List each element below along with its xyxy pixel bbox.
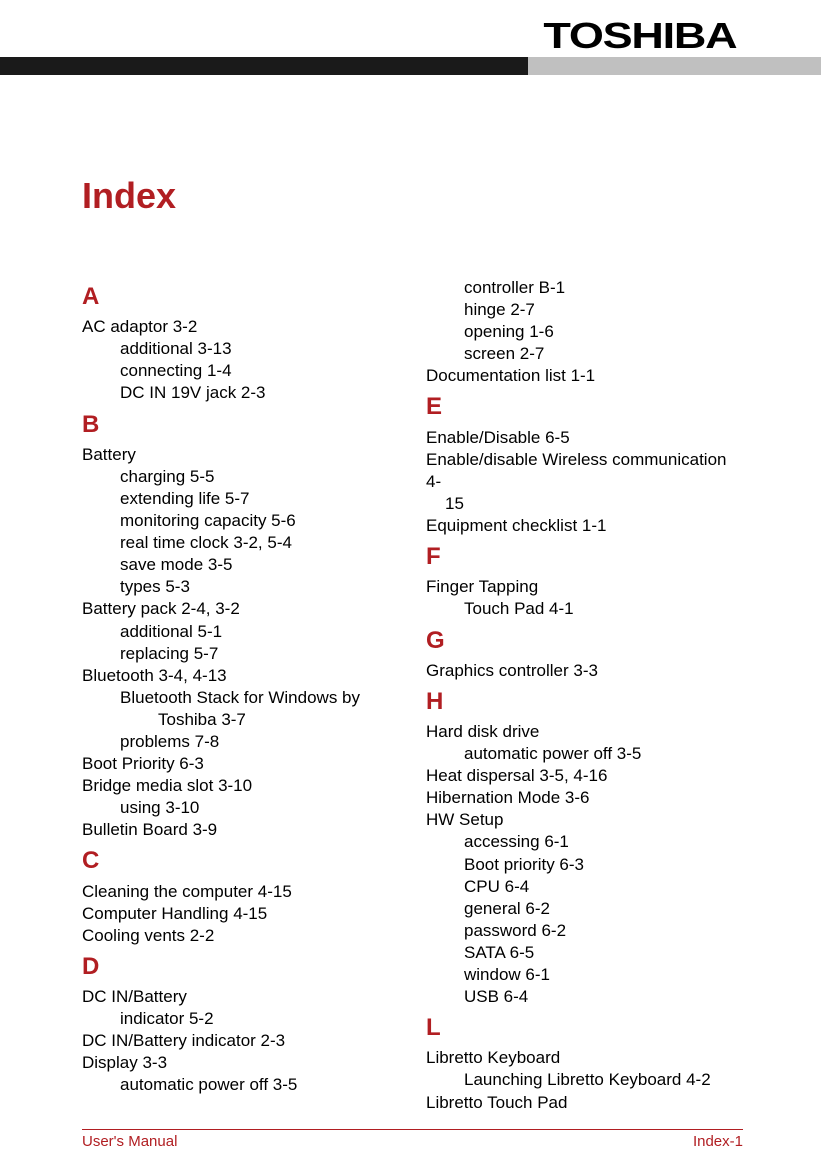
index-subentry: Toshiba 3-7 xyxy=(158,709,396,731)
index-subentry: USB 6-4 xyxy=(464,986,740,1008)
index-entry: Finger Tapping xyxy=(426,576,740,598)
index-letter: G xyxy=(426,625,740,656)
header-band xyxy=(0,57,821,75)
index-entry: Equipment checklist 1-1 xyxy=(426,515,740,537)
index-entry: Bridge media slot 3-10 xyxy=(82,775,396,797)
index-entry: Cleaning the computer 4-15 xyxy=(82,881,396,903)
index-entry: Battery xyxy=(82,444,396,466)
index-subentry: opening 1-6 xyxy=(464,321,740,343)
index-entry: Graphics controller 3-3 xyxy=(426,660,740,682)
index-subentry: SATA 6-5 xyxy=(464,942,740,964)
index-subentry: replacing 5-7 xyxy=(120,643,396,665)
index-entry: Libretto Touch Pad xyxy=(426,1092,740,1114)
brand-logo: TOSHIBA xyxy=(543,15,736,57)
index-subentry: screen 2-7 xyxy=(464,343,740,365)
index-entry: Documentation list 1-1 xyxy=(426,365,740,387)
index-entry: Enable/disable Wireless communication 4- xyxy=(426,449,740,493)
footer-right: Index-1 xyxy=(693,1133,743,1150)
index-column-left: A AC adaptor 3-2additional 3-13connecting… xyxy=(82,277,396,1114)
index-letter: E xyxy=(426,391,740,422)
index-entry: Bluetooth 3-4, 4-13 xyxy=(82,665,396,687)
footer-left: User's Manual xyxy=(82,1133,177,1150)
index-subentry: indicator 5-2 xyxy=(120,1008,396,1030)
index-subentry: hinge 2-7 xyxy=(464,299,740,321)
index-subentry: using 3-10 xyxy=(120,797,396,819)
index-subentry: save mode 3-5 xyxy=(120,554,396,576)
index-entry: HW Setup xyxy=(426,809,740,831)
index-subentry: window 6-1 xyxy=(464,964,740,986)
index-subentry: additional 5-1 xyxy=(120,621,396,643)
index-entry: Heat dispersal 3-5, 4-16 xyxy=(426,765,740,787)
index-subentry: automatic power off 3-5 xyxy=(464,743,740,765)
header-band-dark xyxy=(0,57,528,75)
index-subentry: password 6-2 xyxy=(464,920,740,942)
index-entry: DC IN/Battery indicator 2-3 xyxy=(82,1030,396,1052)
index-letter: D xyxy=(82,951,396,982)
index-entry: Battery pack 2-4, 3-2 xyxy=(82,598,396,620)
index-entry: Display 3-3 xyxy=(82,1052,396,1074)
index-entry: AC adaptor 3-2 xyxy=(82,316,396,338)
index-subentry: CPU 6-4 xyxy=(464,876,740,898)
index-letter: A xyxy=(82,281,396,312)
page-title: Index xyxy=(82,175,740,217)
index-subentry: monitoring capacity 5-6 xyxy=(120,510,396,532)
index-column-right: controller B-1hinge 2-7opening 1-6screen… xyxy=(426,277,740,1114)
index-subentry: Bluetooth Stack for Windows by xyxy=(120,687,396,709)
index-subentry: DC IN 19V jack 2-3 xyxy=(120,382,396,404)
index-entry: Hard disk drive xyxy=(426,721,740,743)
index-subentry: problems 7-8 xyxy=(120,731,396,753)
index-subentry: types 5-3 xyxy=(120,576,396,598)
index-subentry: 15 xyxy=(445,493,740,515)
index-letter: B xyxy=(82,409,396,440)
index-entry: Hibernation Mode 3-6 xyxy=(426,787,740,809)
index-subentry: general 6-2 xyxy=(464,898,740,920)
index-columns: A AC adaptor 3-2additional 3-13connecting… xyxy=(82,277,740,1114)
index-subentry: connecting 1-4 xyxy=(120,360,396,382)
index-letter: L xyxy=(426,1012,740,1043)
index-entry: Cooling vents 2-2 xyxy=(82,925,396,947)
header-band-light xyxy=(528,57,821,75)
footer: User's Manual Index-1 xyxy=(82,1129,743,1150)
index-subentry: real time clock 3-2, 5-4 xyxy=(120,532,396,554)
index-subentry: Launching Libretto Keyboard 4-2 xyxy=(464,1069,740,1091)
content-area: Index A AC adaptor 3-2additional 3-13conn… xyxy=(82,175,740,1114)
index-entry: Enable/Disable 6-5 xyxy=(426,427,740,449)
index-letter: H xyxy=(426,686,740,717)
index-letter: C xyxy=(82,845,396,876)
index-entry: Libretto Keyboard xyxy=(426,1047,740,1069)
index-subentry: accessing 6-1 xyxy=(464,831,740,853)
index-entry: DC IN/Battery xyxy=(82,986,396,1008)
index-entry: Boot Priority 6-3 xyxy=(82,753,396,775)
index-letter: F xyxy=(426,541,740,572)
index-subentry: controller B-1 xyxy=(464,277,740,299)
index-subentry: additional 3-13 xyxy=(120,338,396,360)
index-subentry: Touch Pad 4-1 xyxy=(464,598,740,620)
index-entry: Computer Handling 4-15 xyxy=(82,903,396,925)
index-subentry: extending life 5-7 xyxy=(120,488,396,510)
index-subentry: automatic power off 3-5 xyxy=(120,1074,396,1096)
index-entry: Bulletin Board 3-9 xyxy=(82,819,396,841)
index-subentry: charging 5-5 xyxy=(120,466,396,488)
index-subentry: Boot priority 6-3 xyxy=(464,854,740,876)
